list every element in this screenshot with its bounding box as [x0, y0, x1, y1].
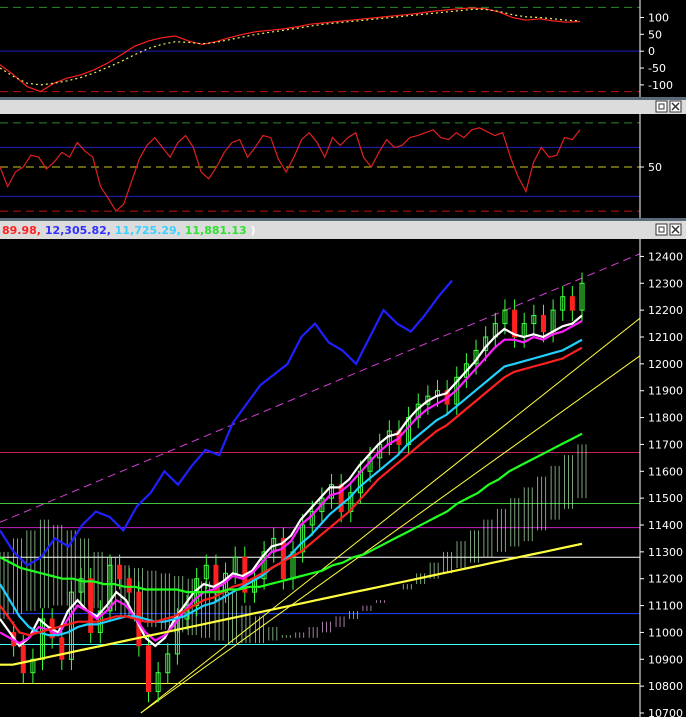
y-tick-label: 11800	[648, 412, 683, 425]
y-tick-label: -50	[648, 62, 666, 75]
chart-canvas: 100 50 0 -50 -100 50 89.98, 12,305.82, 11,72…	[0, 0, 686, 717]
price-candle	[569, 296, 575, 311]
y-tick-label: 11300	[648, 546, 683, 559]
header-value: 11,725.29,	[115, 224, 185, 237]
price-candle	[146, 645, 151, 693]
maximize-icon[interactable]	[655, 223, 668, 236]
price-panel-background	[0, 239, 640, 717]
header-value: 12,305.82,	[45, 224, 115, 237]
y-tick-label: 11600	[648, 465, 683, 478]
y-tick-label: 12300	[648, 277, 683, 290]
price-candle	[59, 637, 65, 660]
y-tick-label: 0	[648, 45, 655, 58]
panel-2-titlebar	[0, 100, 686, 114]
y-tick-label: -100	[648, 79, 673, 92]
y-tick-label: 11700	[648, 438, 683, 451]
y-tick-label: 11200	[648, 573, 683, 586]
y-tick-label: 12200	[648, 304, 683, 317]
y-tick-label: 11400	[648, 519, 683, 532]
oscillator-panel-1: 100 50 0 -50 -100	[0, 0, 673, 99]
y-tick-label: 12400	[648, 250, 683, 263]
panel-1-background	[0, 0, 640, 97]
y-tick-label: 100	[648, 11, 669, 24]
price-candle	[117, 564, 123, 580]
header-value: )	[250, 224, 255, 237]
y-tick-label: 11900	[648, 385, 683, 398]
price-candle	[540, 315, 546, 333]
y-tick-label: 12000	[648, 358, 683, 371]
price-panel: 12400 12300 12200 12100 12000 11900 11800 11700…	[0, 239, 683, 717]
price-candle	[20, 645, 26, 674]
y-tick-label: 50	[648, 28, 662, 41]
y-tick-label: 11100	[648, 600, 683, 613]
panel-3-titlebar: 89.98, 12,305.82, 11,725.29, 11,881.13 )	[0, 221, 686, 239]
y-tick-label: 10700	[648, 707, 683, 717]
y-tick-label: 10900	[648, 653, 683, 666]
header-value: 11,881.13	[185, 224, 251, 237]
price-candle	[338, 484, 344, 513]
panel-splitter-2[interactable]	[0, 218, 686, 221]
price-header-values: 89.98, 12,305.82, 11,725.29, 11,881.13 )	[2, 224, 256, 237]
oscillator-panel-2: 50	[0, 114, 662, 220]
y-tick-label: 11500	[648, 492, 683, 505]
maximize-icon[interactable]	[655, 100, 668, 113]
y-tick-label: 11000	[648, 626, 683, 639]
y-tick-label: 12100	[648, 331, 683, 344]
panel-2-background	[0, 114, 640, 218]
y-tick-label: 50	[648, 161, 662, 174]
header-value: 89.98,	[2, 224, 45, 237]
y-tick-label: 10800	[648, 680, 683, 693]
panel-splitter-1[interactable]	[0, 97, 686, 100]
price-candle	[126, 578, 132, 593]
